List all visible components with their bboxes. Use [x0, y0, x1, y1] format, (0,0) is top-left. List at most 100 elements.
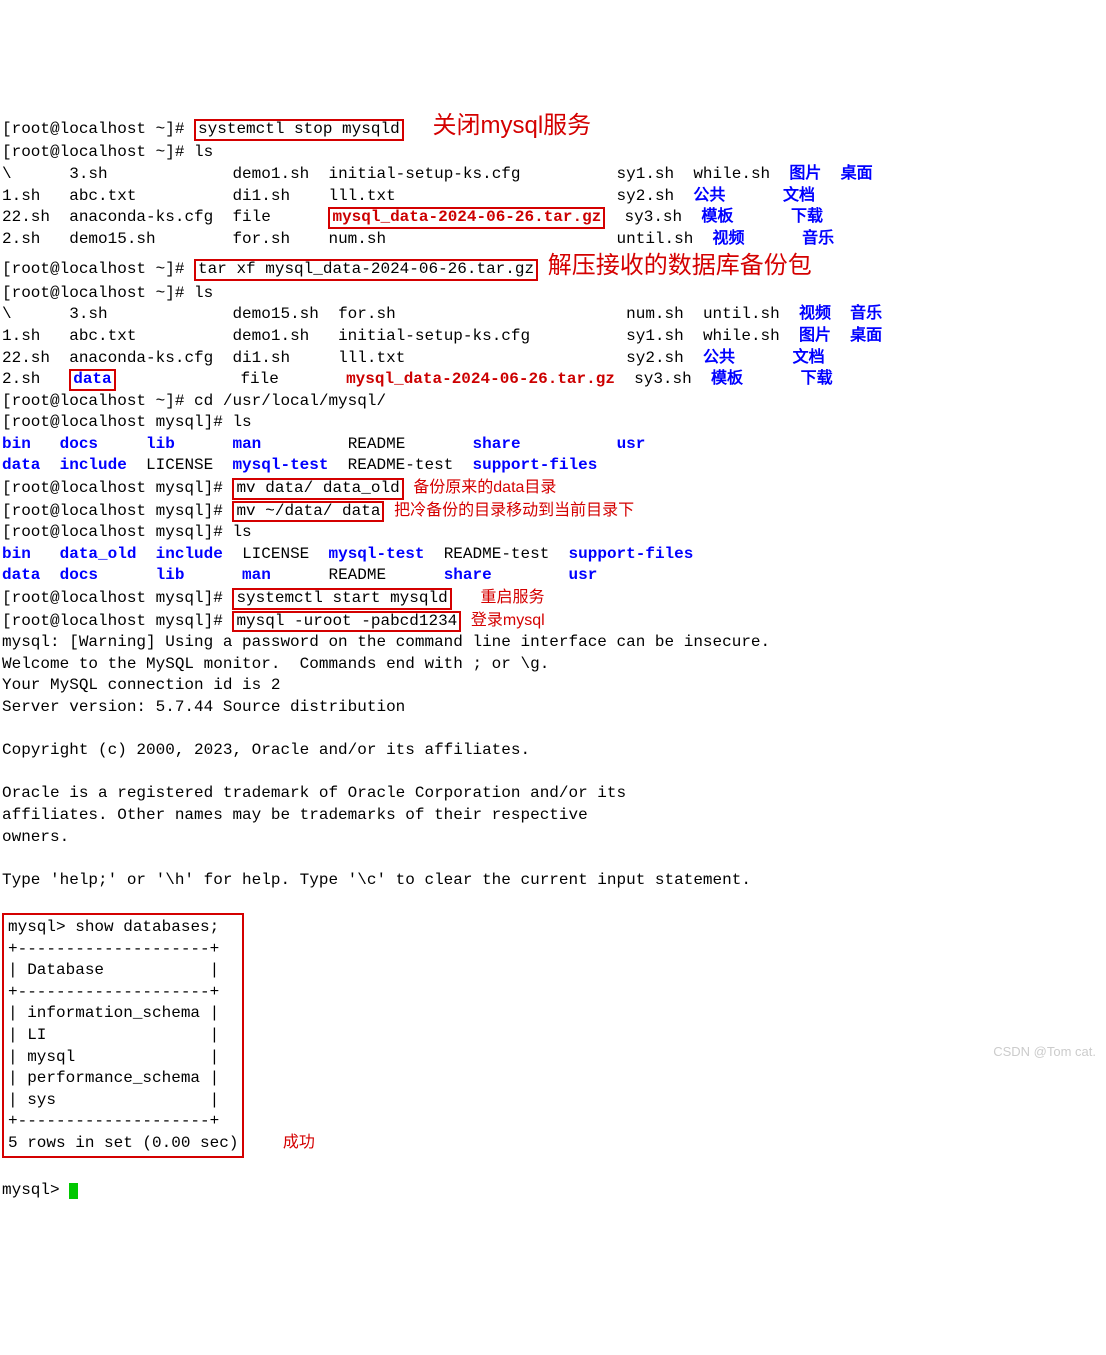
cmd-ls: ls — [232, 413, 251, 431]
prompt: [root@localhost mysql]# — [2, 413, 232, 431]
annotation-success: 成功 — [283, 1134, 315, 1151]
ls-item: sy3.sh — [634, 370, 692, 388]
mysql-line: Type 'help;' or '\h' for help. Type '\c'… — [2, 871, 751, 889]
ls-item: di1.sh — [232, 349, 290, 367]
mysql-line: Oracle is a registered trademark of Orac… — [2, 784, 626, 802]
ls-dir: 下载 — [801, 370, 833, 388]
ls-item: sy1.sh — [617, 165, 675, 183]
show-databases-box: mysql> show databases; +----------------… — [2, 913, 244, 1159]
ls-item: sy2.sh — [617, 187, 675, 205]
ls-file: README-test — [348, 456, 454, 474]
mysql-line: Welcome to the MySQL monitor. Commands e… — [2, 655, 549, 673]
db-sep: +--------------------+ — [8, 940, 219, 958]
db-header: | Database | — [8, 961, 219, 979]
prompt: [root@localhost mysql]# — [2, 523, 232, 541]
prompt: [root@localhost ~]# — [2, 260, 194, 278]
ls-item: demo15.sh — [232, 305, 318, 323]
ls-dir: man — [242, 566, 271, 584]
ls-item: demo1.sh — [232, 165, 309, 183]
ls-dir: 音乐 — [850, 305, 882, 323]
ls-item: 22.sh — [2, 208, 50, 226]
prompt: [root@localhost ~]# — [2, 143, 194, 161]
ls-item: sy1.sh — [626, 327, 684, 345]
ls-item: demo1.sh — [232, 327, 309, 345]
cmd-ls: ls — [194, 284, 213, 302]
ls-dir: 视频 — [713, 230, 745, 248]
ls-item: anaconda-ks.cfg — [69, 208, 213, 226]
ls-dir: 桌面 — [841, 165, 873, 183]
ls-dir: mysql-test — [328, 545, 424, 563]
ls-dir: 文档 — [783, 187, 815, 205]
ls-item: 1.sh — [2, 327, 40, 345]
db-row: | sys | — [8, 1091, 219, 1109]
db-footer: 5 rows in set (0.00 sec) — [8, 1134, 238, 1152]
ls-dir: share — [473, 435, 521, 453]
cmd-mv1: mv data/ data_old — [232, 478, 403, 500]
ls-file: LICENSE — [146, 456, 213, 474]
ls-item: \ — [2, 305, 12, 323]
db-row: | LI | — [8, 1026, 219, 1044]
prompt: [root@localhost ~]# — [2, 392, 194, 410]
mysql-line: Copyright (c) 2000, 2023, Oracle and/or … — [2, 741, 530, 759]
ls-item: num.sh — [328, 230, 386, 248]
ls-dir: 模板 — [701, 208, 733, 226]
db-sep: +--------------------+ — [8, 983, 219, 1001]
ls-file: LICENSE — [242, 545, 309, 563]
mysql-line: mysql: [Warning] Using a password on the… — [2, 633, 770, 651]
mysql-prompt[interactable]: mysql> — [2, 1181, 69, 1199]
ls-item: num.sh — [626, 305, 684, 323]
ls-dir: data — [2, 566, 40, 584]
ls-dir: mysql-test — [232, 456, 328, 474]
ls-dir: bin — [2, 545, 31, 563]
ls-dir: 桌面 — [850, 327, 882, 345]
ls-archive: mysql_data-2024-06-26.tar.gz — [328, 207, 605, 229]
mysql-line: Server version: 5.7.44 Source distributi… — [2, 698, 405, 716]
ls-item: for.sh — [232, 230, 290, 248]
ls-item: 22.sh — [2, 349, 50, 367]
annotation-mv2: 把冷备份的目录移动到当前目录下 — [394, 502, 634, 519]
prompt: [root@localhost mysql]# — [2, 502, 232, 520]
ls-item: file — [232, 208, 270, 226]
ls-item: demo15.sh — [69, 230, 155, 248]
ls-dir: 模板 — [711, 370, 743, 388]
ls-dir: include — [60, 456, 127, 474]
ls-item: abc.txt — [69, 327, 136, 345]
ls-item: lll.txt — [328, 187, 395, 205]
prompt: [root@localhost ~]# — [2, 284, 194, 302]
annotation-login: 登录mysql — [471, 612, 545, 629]
ls-dir: usr — [569, 566, 598, 584]
ls-dir: 公共 — [703, 349, 735, 367]
terminal-output: [root@localhost ~]# systemctl stop mysql… — [2, 88, 1106, 1201]
cmd-ls: ls — [232, 523, 251, 541]
ls-file: README — [348, 435, 406, 453]
ls-dir: include — [156, 545, 223, 563]
cmd-ls: ls — [194, 143, 213, 161]
annotation-tar: 解压接收的数据库备份包 — [548, 252, 812, 279]
db-row: | mysql | — [8, 1048, 219, 1066]
ls-dir: 文档 — [793, 349, 825, 367]
cmd-mv2: mv ~/data/ data — [232, 501, 384, 523]
ls-dir: 音乐 — [802, 230, 834, 248]
ls-item: \ — [2, 165, 12, 183]
ls-item: until.sh — [617, 230, 694, 248]
ls-dir: lib — [146, 435, 175, 453]
ls-dir-data: data — [69, 369, 115, 391]
ls-file: README-test — [444, 545, 550, 563]
ls-item: for.sh — [338, 305, 396, 323]
cmd-tar: tar xf mysql_data-2024-06-26.tar.gz — [194, 259, 538, 281]
ls-dir: 图片 — [799, 327, 831, 345]
ls-dir: docs — [60, 435, 98, 453]
mysql-prompt[interactable]: mysql> — [8, 918, 75, 936]
annotation-mv1: 备份原来的data目录 — [413, 479, 556, 496]
ls-dir: lib — [156, 566, 185, 584]
db-row: | information_schema | — [8, 1004, 219, 1022]
ls-item: sy2.sh — [626, 349, 684, 367]
ls-dir: share — [444, 566, 492, 584]
ls-dir: man — [232, 435, 261, 453]
ls-item: anaconda-ks.cfg — [69, 349, 213, 367]
ls-dir: 图片 — [789, 165, 821, 183]
db-row: | performance_schema | — [8, 1069, 219, 1087]
annotation-stop: 关闭mysql服务 — [432, 112, 591, 139]
watermark: CSDN @Tom cat. — [993, 1043, 1096, 1061]
cmd-stop-mysqld: systemctl stop mysqld — [194, 119, 404, 141]
